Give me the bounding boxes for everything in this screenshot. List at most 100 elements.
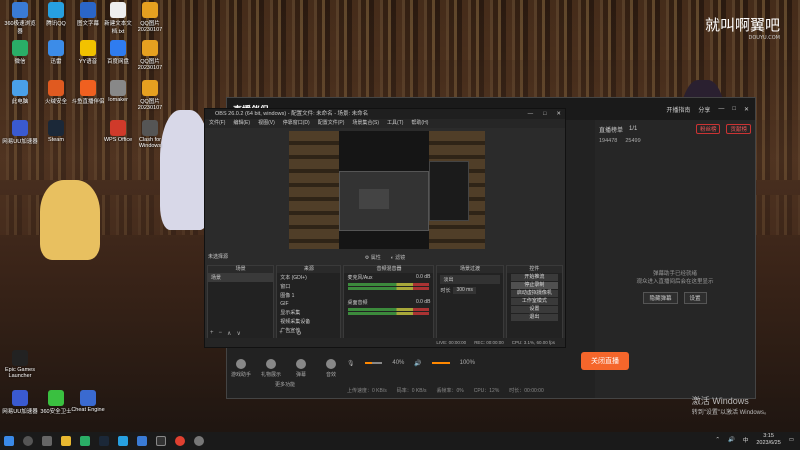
ranking-page: 1/1 [629, 126, 638, 132]
douyu-watermark: 就叫啊翼吧 DOUYU.COM [704, 16, 780, 41]
source-item[interactable]: 文本 (GDI+) [277, 273, 340, 282]
desktop-icon[interactable]: QQ图片20230107 [132, 80, 168, 111]
obs-preview[interactable] [289, 131, 485, 249]
add-icon[interactable]: + [210, 330, 214, 337]
app-icon [12, 390, 28, 406]
desktop-icon[interactable]: Iomaker [100, 80, 136, 103]
mic-slider[interactable] [364, 362, 383, 364]
studio-mode-button[interactable]: 工作室模式 [510, 298, 559, 305]
ranking-title: 直播榜单 [599, 127, 624, 134]
settings-icon[interactable] [194, 436, 204, 446]
menu-file[interactable]: 文件(F) [209, 119, 225, 128]
app-icon [48, 80, 64, 96]
virtual-camera-button[interactable]: 启动虚拟摄像机 [510, 290, 559, 297]
menu-edit[interactable]: 编辑(E) [233, 119, 250, 128]
share-button[interactable]: 分享 [698, 105, 710, 114]
obs-minimize-icon[interactable]: — [528, 109, 534, 119]
start-streaming-button[interactable]: 开始推流 [510, 274, 559, 281]
transition-duration[interactable]: 时长 300 ms [437, 286, 502, 295]
network-icon[interactable]: ⌃ [715, 437, 720, 443]
clock[interactable]: 3:15 2023/6/25 [756, 433, 780, 447]
minimize-icon[interactable]: — [718, 106, 724, 112]
menu-view[interactable]: 视图(V) [258, 119, 275, 128]
wechat-icon[interactable] [80, 436, 90, 446]
notification-icon[interactable]: ▭ [789, 437, 794, 443]
obs-close-icon[interactable]: ✕ [556, 109, 561, 119]
danmaku-settings-button[interactable]: 设置 [683, 292, 707, 304]
desktop-icon[interactable]: 360安全卫士 [38, 390, 74, 415]
menu-help[interactable]: 帮助(H) [411, 119, 428, 128]
menu-docks[interactable]: 停靠窗口(D) [283, 119, 310, 128]
desktop-icon[interactable]: 腾讯QQ [38, 2, 74, 27]
properties-button[interactable]: ⚙ 属性 [365, 254, 381, 261]
exit-button[interactable]: 退出 [510, 314, 559, 321]
steam-icon[interactable] [99, 436, 109, 446]
obs-icon[interactable] [156, 436, 166, 446]
up-icon[interactable]: ∧ [227, 330, 231, 337]
desktop-icon-label: 新建文本文档.txt [104, 21, 132, 35]
desktop-icon[interactable]: QQ图片20230107 [132, 2, 168, 33]
menu-tools[interactable]: 工具(T) [387, 119, 403, 128]
speaker-icon[interactable]: 🔊 [414, 360, 421, 367]
app-icon [110, 40, 126, 56]
add-source-icon[interactable]: + [279, 330, 283, 337]
desktop-icon[interactable]: 火绒安全 [38, 80, 74, 105]
desktop-icon[interactable]: WPS Office [100, 120, 136, 143]
contribution-rank-button[interactable]: 贡献榜 [726, 124, 751, 134]
desktop-icon[interactable]: 360极速浏览器 [2, 2, 38, 35]
desktop-icon[interactable]: 百度网盘 [100, 40, 136, 65]
close-live-button[interactable]: 关闭直播 [581, 352, 629, 370]
desktop-icon[interactable]: 新建文本文档.txt [100, 2, 136, 35]
desktop-icon[interactable]: 迅雷 [38, 40, 74, 65]
input-language[interactable]: 中 [743, 436, 749, 444]
desktop-icon[interactable]: Cheat Engine [70, 390, 106, 413]
remove-source-icon[interactable]: − [288, 330, 292, 337]
stop-recording-button[interactable]: 停止录制 [510, 282, 559, 289]
more-functions-link[interactable]: 更多功能 [275, 381, 295, 388]
task-view-icon[interactable] [42, 436, 52, 446]
desktop-icon[interactable]: Clash for Windows [132, 120, 168, 149]
windows-start-icon[interactable] [4, 436, 14, 446]
viewer-count: 25499 [625, 138, 641, 144]
chrome-icon[interactable] [175, 436, 185, 446]
folder-icon[interactable] [61, 436, 71, 446]
search-icon[interactable] [23, 436, 33, 446]
qq-icon[interactable] [118, 436, 128, 446]
down-icon[interactable]: ∨ [236, 330, 240, 337]
mic-icon[interactable]: 🎙 [347, 360, 355, 367]
desktop-icon[interactable]: QQ图片20230107 [132, 40, 168, 71]
desktop-icon[interactable]: 微信 [2, 40, 38, 65]
desktop-icon[interactable]: Steam [38, 120, 74, 143]
hide-danmaku-button[interactable]: 隐藏弹幕 [643, 292, 678, 304]
guide-button[interactable]: 开播指南 [666, 105, 690, 114]
volume-icon[interactable]: 🔊 [728, 437, 735, 443]
scene-item[interactable]: 场景 [208, 273, 274, 282]
desktop-icon[interactable]: 网易UU加速器 [2, 390, 38, 415]
close-icon[interactable]: ✕ [744, 106, 749, 113]
obs-maximize-icon[interactable]: □ [543, 109, 546, 119]
transition-select[interactable]: 淡出 [440, 275, 500, 284]
desktop-icon[interactable]: 网易UU加速器 [2, 120, 38, 145]
source-item[interactable]: GIF [277, 300, 340, 308]
maximize-icon[interactable]: □ [732, 106, 736, 112]
menu-profile[interactable]: 配置文件(P) [318, 119, 345, 128]
desktop-icon[interactable]: Epic Games Launcher [2, 350, 38, 379]
browser-icon[interactable] [137, 436, 147, 446]
fans-rank-button[interactable]: 粉丝榜 [695, 124, 721, 134]
app-icon [142, 80, 158, 96]
source-item[interactable]: 视频采集设备 [277, 317, 340, 326]
mixer-channel: 桌面音频 0.0 dB [347, 299, 431, 306]
settings-button[interactable]: 设置 [510, 306, 559, 313]
menu-scene-collection[interactable]: 场景集合(S) [352, 119, 379, 128]
filters-button[interactable]: ◐ 滤镜 [391, 254, 405, 261]
app-icon [110, 120, 126, 136]
source-item[interactable]: 图像 1 [277, 291, 340, 300]
source-item[interactable]: 窗口 [277, 282, 340, 291]
desktop-icon[interactable]: 此电脑 [2, 80, 38, 105]
remove-icon[interactable]: − [219, 330, 223, 337]
desktop-icon-label: 微信 [14, 59, 26, 65]
desktop-icon-label: 迅雷 [50, 59, 62, 65]
source-item[interactable]: 显示采集 [277, 308, 340, 317]
speaker-slider[interactable] [431, 362, 450, 364]
source-settings-icon[interactable]: ⚙ [296, 330, 301, 337]
